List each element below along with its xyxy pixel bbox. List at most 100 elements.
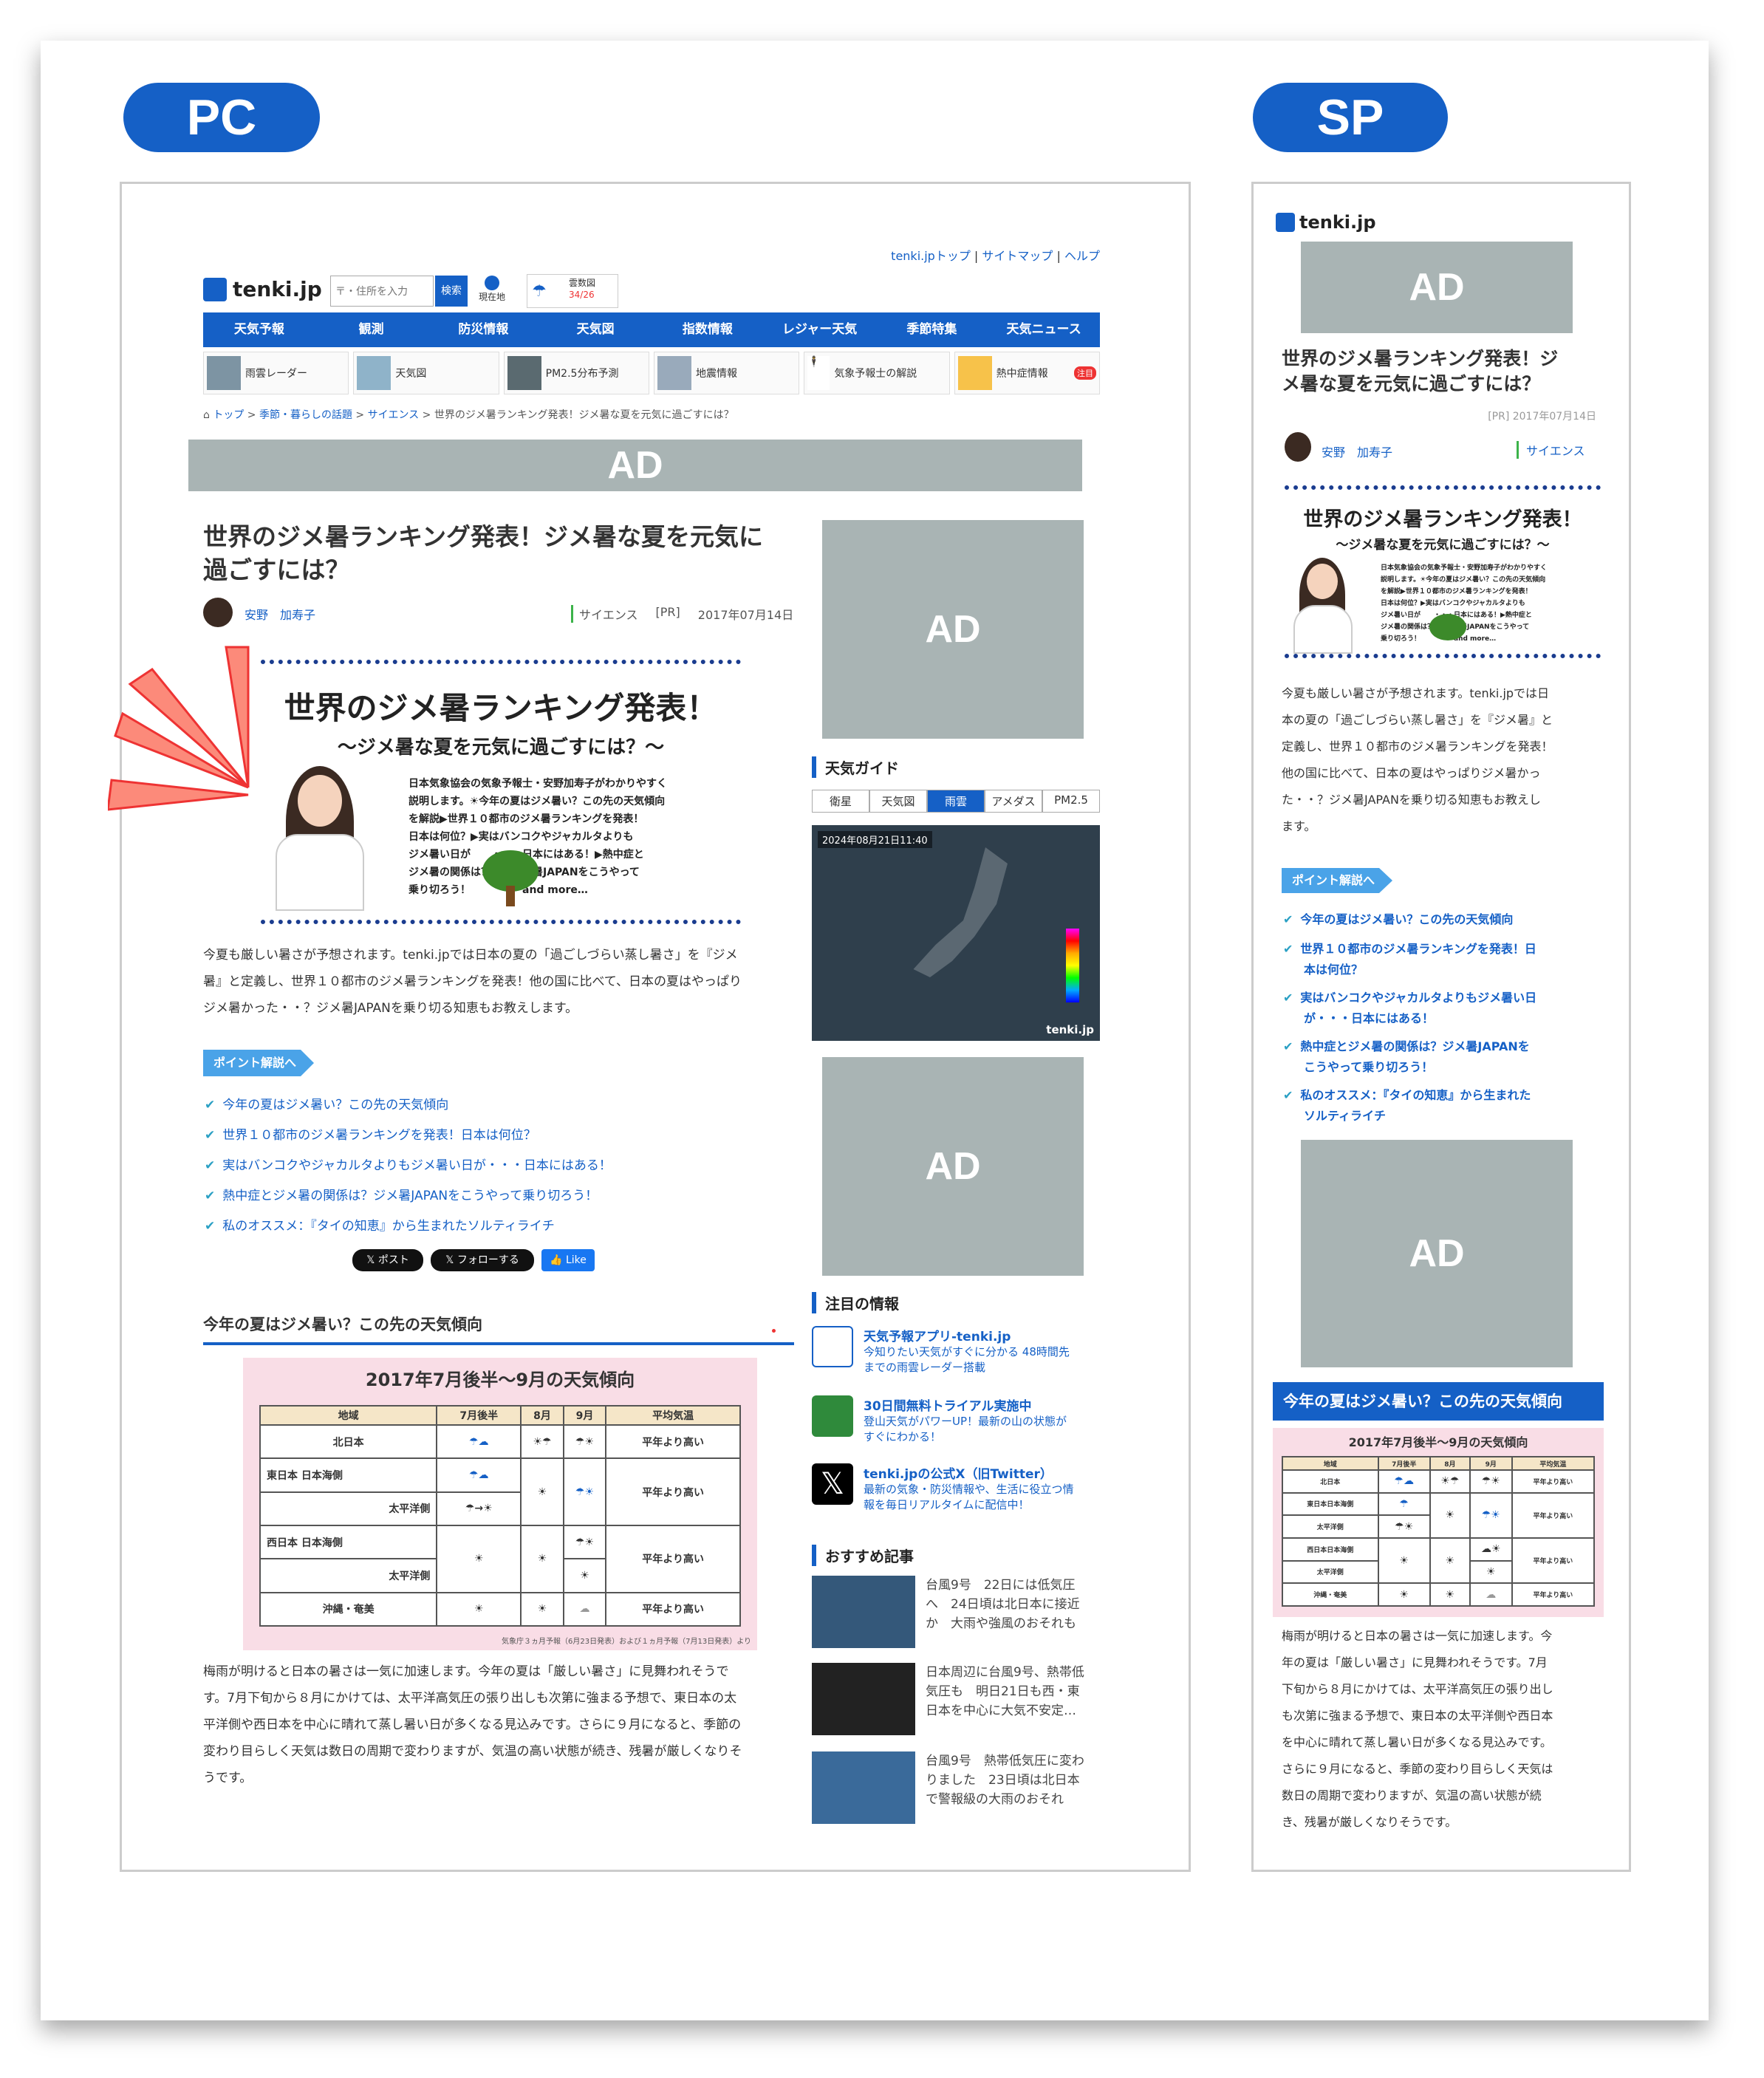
tenki-app-icon: [812, 1326, 853, 1367]
sp-author-name[interactable]: 安野 加寿子: [1322, 442, 1392, 460]
umbrella-cloud-icon: ☂☁: [436, 1424, 522, 1460]
cloud-rain-icon: ☂: [532, 282, 547, 301]
category-link[interactable]: サイエンス: [579, 605, 638, 623]
teacher-shirt: [1293, 605, 1353, 654]
rec-article-2[interactable]: 日本周辺に台風9号、熱帯低 気圧も 明日21日も西・東 日本を中心に大気不安定…: [812, 1663, 1100, 1735]
logo[interactable]: tenki.jp: [203, 277, 322, 301]
top-link-home[interactable]: tenki.jpトップ: [891, 249, 971, 263]
map-timestamp: 2024年08月21日11:40: [818, 831, 932, 848]
tab-satellite[interactable]: 衛星: [812, 790, 869, 813]
sp-ad-middle[interactable]: AD: [1301, 1140, 1573, 1367]
point-link-2[interactable]: ✔ 世界１０都市のジメ暑ランキングを発表！日本は何位？: [205, 1124, 536, 1143]
nav-leisure[interactable]: レジャー天気: [764, 312, 876, 347]
sp-point-link-4[interactable]: ✔ 熱中症とジメ暑の関係は？ジメ暑JAPANを こうやって乗り切ろう！: [1283, 1036, 1530, 1078]
subnav-heatstroke[interactable]: 熱中症情報 注目: [954, 352, 1100, 394]
cloud-icon: ☁: [1469, 1582, 1513, 1607]
article-intro: 今夏も厳しい暑さが予想されます。tenki.jpでは日本の夏の「過ごしづらい蒸し…: [203, 948, 742, 1016]
tab-rain-cloud[interactable]: 雨雲: [927, 790, 985, 813]
main-nav: 天気予報 観測 防災情報 天気図 指数情報 レジャー天気 季節特集 天気ニュース: [203, 312, 1100, 347]
search-input[interactable]: [330, 276, 434, 307]
point-link-3[interactable]: ✔ 実はバンコクやジャカルタよりもジメ暑い日が・・・日本にはある！: [205, 1155, 612, 1173]
subnav-rain-radar[interactable]: 雨雲レーダー: [203, 352, 349, 394]
tab-weather-map[interactable]: 天気図: [869, 790, 927, 813]
recommended-heading: おすすめ記事: [812, 1545, 914, 1566]
tab-amedas[interactable]: アメダス: [985, 790, 1042, 813]
subnav-earthquake[interactable]: 地震情報: [653, 352, 800, 394]
notice-item-app[interactable]: 天気予報アプリ-tenki.jp 今知りたい天気がすぐに分かる 48時間先 までの雨…: [812, 1326, 1100, 1375]
ad-sidebar-middle[interactable]: AD: [822, 1057, 1084, 1276]
sp-point-link-1[interactable]: ✔ 今年の夏はジメ暑い？この先の天気傾向: [1283, 909, 1513, 930]
subnav-badge: 注目: [1073, 366, 1096, 380]
pc-frame: tenki.jpトップ | サイトマップ | ヘルプ tenki.jp 検索 現…: [120, 182, 1191, 1872]
author-name[interactable]: 安野 加寿子: [245, 605, 315, 623]
check-icon: ✔: [1283, 912, 1293, 926]
pc-label: PC: [123, 83, 320, 152]
teacher-face: [1307, 564, 1338, 599]
sp-points-tag[interactable]: ポイント解説へ: [1282, 868, 1393, 893]
tree-icon: [1429, 614, 1466, 640]
nav-observation[interactable]: 観測: [315, 312, 428, 347]
top-link-sitemap[interactable]: サイトマップ: [982, 249, 1053, 263]
check-icon: ✔: [205, 1219, 216, 1234]
sun-icon: ☀: [562, 1558, 607, 1593]
nav-weather-map[interactable]: 天気図: [539, 312, 652, 347]
article-meta: サイエンス [PR] 2017年07月14日: [571, 605, 793, 623]
subnav-pm25[interactable]: PM2.5分布予測: [503, 352, 649, 394]
facebook-like-button[interactable]: 👍 Like: [541, 1249, 595, 1271]
ad-leaderboard[interactable]: AD: [188, 440, 1082, 491]
sp-article-meta: [PR] 2017年07月14日: [1488, 411, 1596, 423]
point-link-5[interactable]: ✔ 私のオススメ：『タイの知恵』から生まれたソルティライチ: [205, 1215, 555, 1234]
sp-frame: tenki.jp AD 世界のジメ暑ランキング発表！ジ メ暑な夏を元気に過ごすに…: [1251, 182, 1631, 1872]
nav-seasonal[interactable]: 季節特集: [876, 312, 988, 347]
subnav-weather-map[interactable]: 天気図: [353, 352, 499, 394]
points-tag[interactable]: ポイント解説へ: [203, 1050, 315, 1076]
nav-index[interactable]: 指数情報: [652, 312, 764, 347]
map-logo: tenki.jp: [1046, 1023, 1094, 1036]
sun-icon: ☀: [520, 1457, 564, 1526]
share-x-post-button[interactable]: 𝕏 ポスト: [352, 1249, 423, 1271]
attention-burst-icon: [108, 646, 250, 811]
nav-forecast[interactable]: 天気予報: [203, 312, 315, 347]
sp-author-avatar: [1285, 432, 1311, 462]
sp-point-link-3[interactable]: ✔ 実はバンコクやジャカルタよりもジメ暑い日 が・・・日本にはある！: [1283, 988, 1536, 1029]
sp-point-link-2[interactable]: ✔ 世界１０都市のジメ暑ランキングを発表！日 本は何位？: [1283, 939, 1536, 980]
rec-article-1[interactable]: 台風9号 22日には低気圧へ 24日頃は北日本に接近か 大雨や強風のおそれも: [812, 1576, 1100, 1648]
map-thumb: [657, 356, 691, 390]
cloud-icon: ☁: [562, 1591, 607, 1627]
point-link-1[interactable]: ✔ 今年の夏はジメ暑い？この先の天気傾向: [205, 1094, 448, 1113]
map-thumb: [207, 356, 241, 390]
pr-label: [PR]: [655, 605, 680, 619]
ad-sidebar-top[interactable]: AD: [822, 520, 1084, 739]
follow-x-button[interactable]: 𝕏 フォローする: [431, 1249, 534, 1271]
notice-item-trial[interactable]: 30日間無料トライアル実施中 登山天気がパワーUP！最新の山の状態が すぐにわかる！: [812, 1395, 1100, 1445]
sp-point-link-5[interactable]: ✔ 私のオススメ：『タイの知恵』から生まれた ソルティライチ: [1283, 1085, 1531, 1127]
table-head-late-july: 7月後半: [436, 1405, 522, 1426]
top-link-help[interactable]: ヘルプ: [1064, 249, 1100, 263]
nav-news[interactable]: 天気ニュース: [988, 312, 1100, 347]
rec-article-3[interactable]: 台風9号 熱帯低気圧に変わ りました 23日頃は北日本 で警報級の大雨のおそれ: [812, 1751, 1100, 1824]
table-region: 北日本: [259, 1424, 438, 1460]
tab-pm25[interactable]: PM2.5: [1042, 790, 1100, 813]
umbrella-cloud-icon: ☂☁: [1377, 1469, 1431, 1494]
subnav-forecaster[interactable]: 🕴 気象予報士の解説: [804, 352, 950, 394]
search-button[interactable]: 検索: [435, 276, 468, 307]
typhoon-map-thumb: [812, 1751, 915, 1824]
weather-widget[interactable]: ☂ 雲数図 34/26: [527, 274, 618, 308]
sp-ad-top[interactable]: AD: [1301, 242, 1573, 333]
sp-category-link[interactable]: サイエンス: [1517, 441, 1585, 459]
mountain-app-icon: [812, 1395, 853, 1437]
sun-umbrella-icon: ☀☂: [520, 1424, 564, 1460]
sp-label: SP: [1253, 83, 1448, 152]
location-button[interactable]: 現在地: [474, 276, 510, 307]
sp-logo[interactable]: tenki.jp: [1276, 212, 1376, 233]
rain-radar-map[interactable]: 2024年08月21日11:40 tenki.jp: [812, 825, 1100, 1041]
point-link-4[interactable]: ✔ 熱中症とジメ暑の関係は？ジメ暑JAPANをこうやって乗り切ろう！: [205, 1185, 598, 1203]
map-thumb: [357, 356, 392, 390]
notice-item-x[interactable]: 𝕏 tenki.jpの公式X（旧Twitter） 最新の気象・防災情報や、生活に役…: [812, 1463, 1100, 1513]
rain-legend: [1066, 929, 1079, 1002]
typhoon-map-thumb: [812, 1576, 915, 1648]
nav-disaster[interactable]: 防災情報: [428, 312, 540, 347]
teacher-face: [298, 775, 342, 827]
x-logo-icon: 𝕏: [812, 1463, 853, 1505]
table-title: 2017年7月後半～9月の天気傾向: [365, 1370, 635, 1390]
